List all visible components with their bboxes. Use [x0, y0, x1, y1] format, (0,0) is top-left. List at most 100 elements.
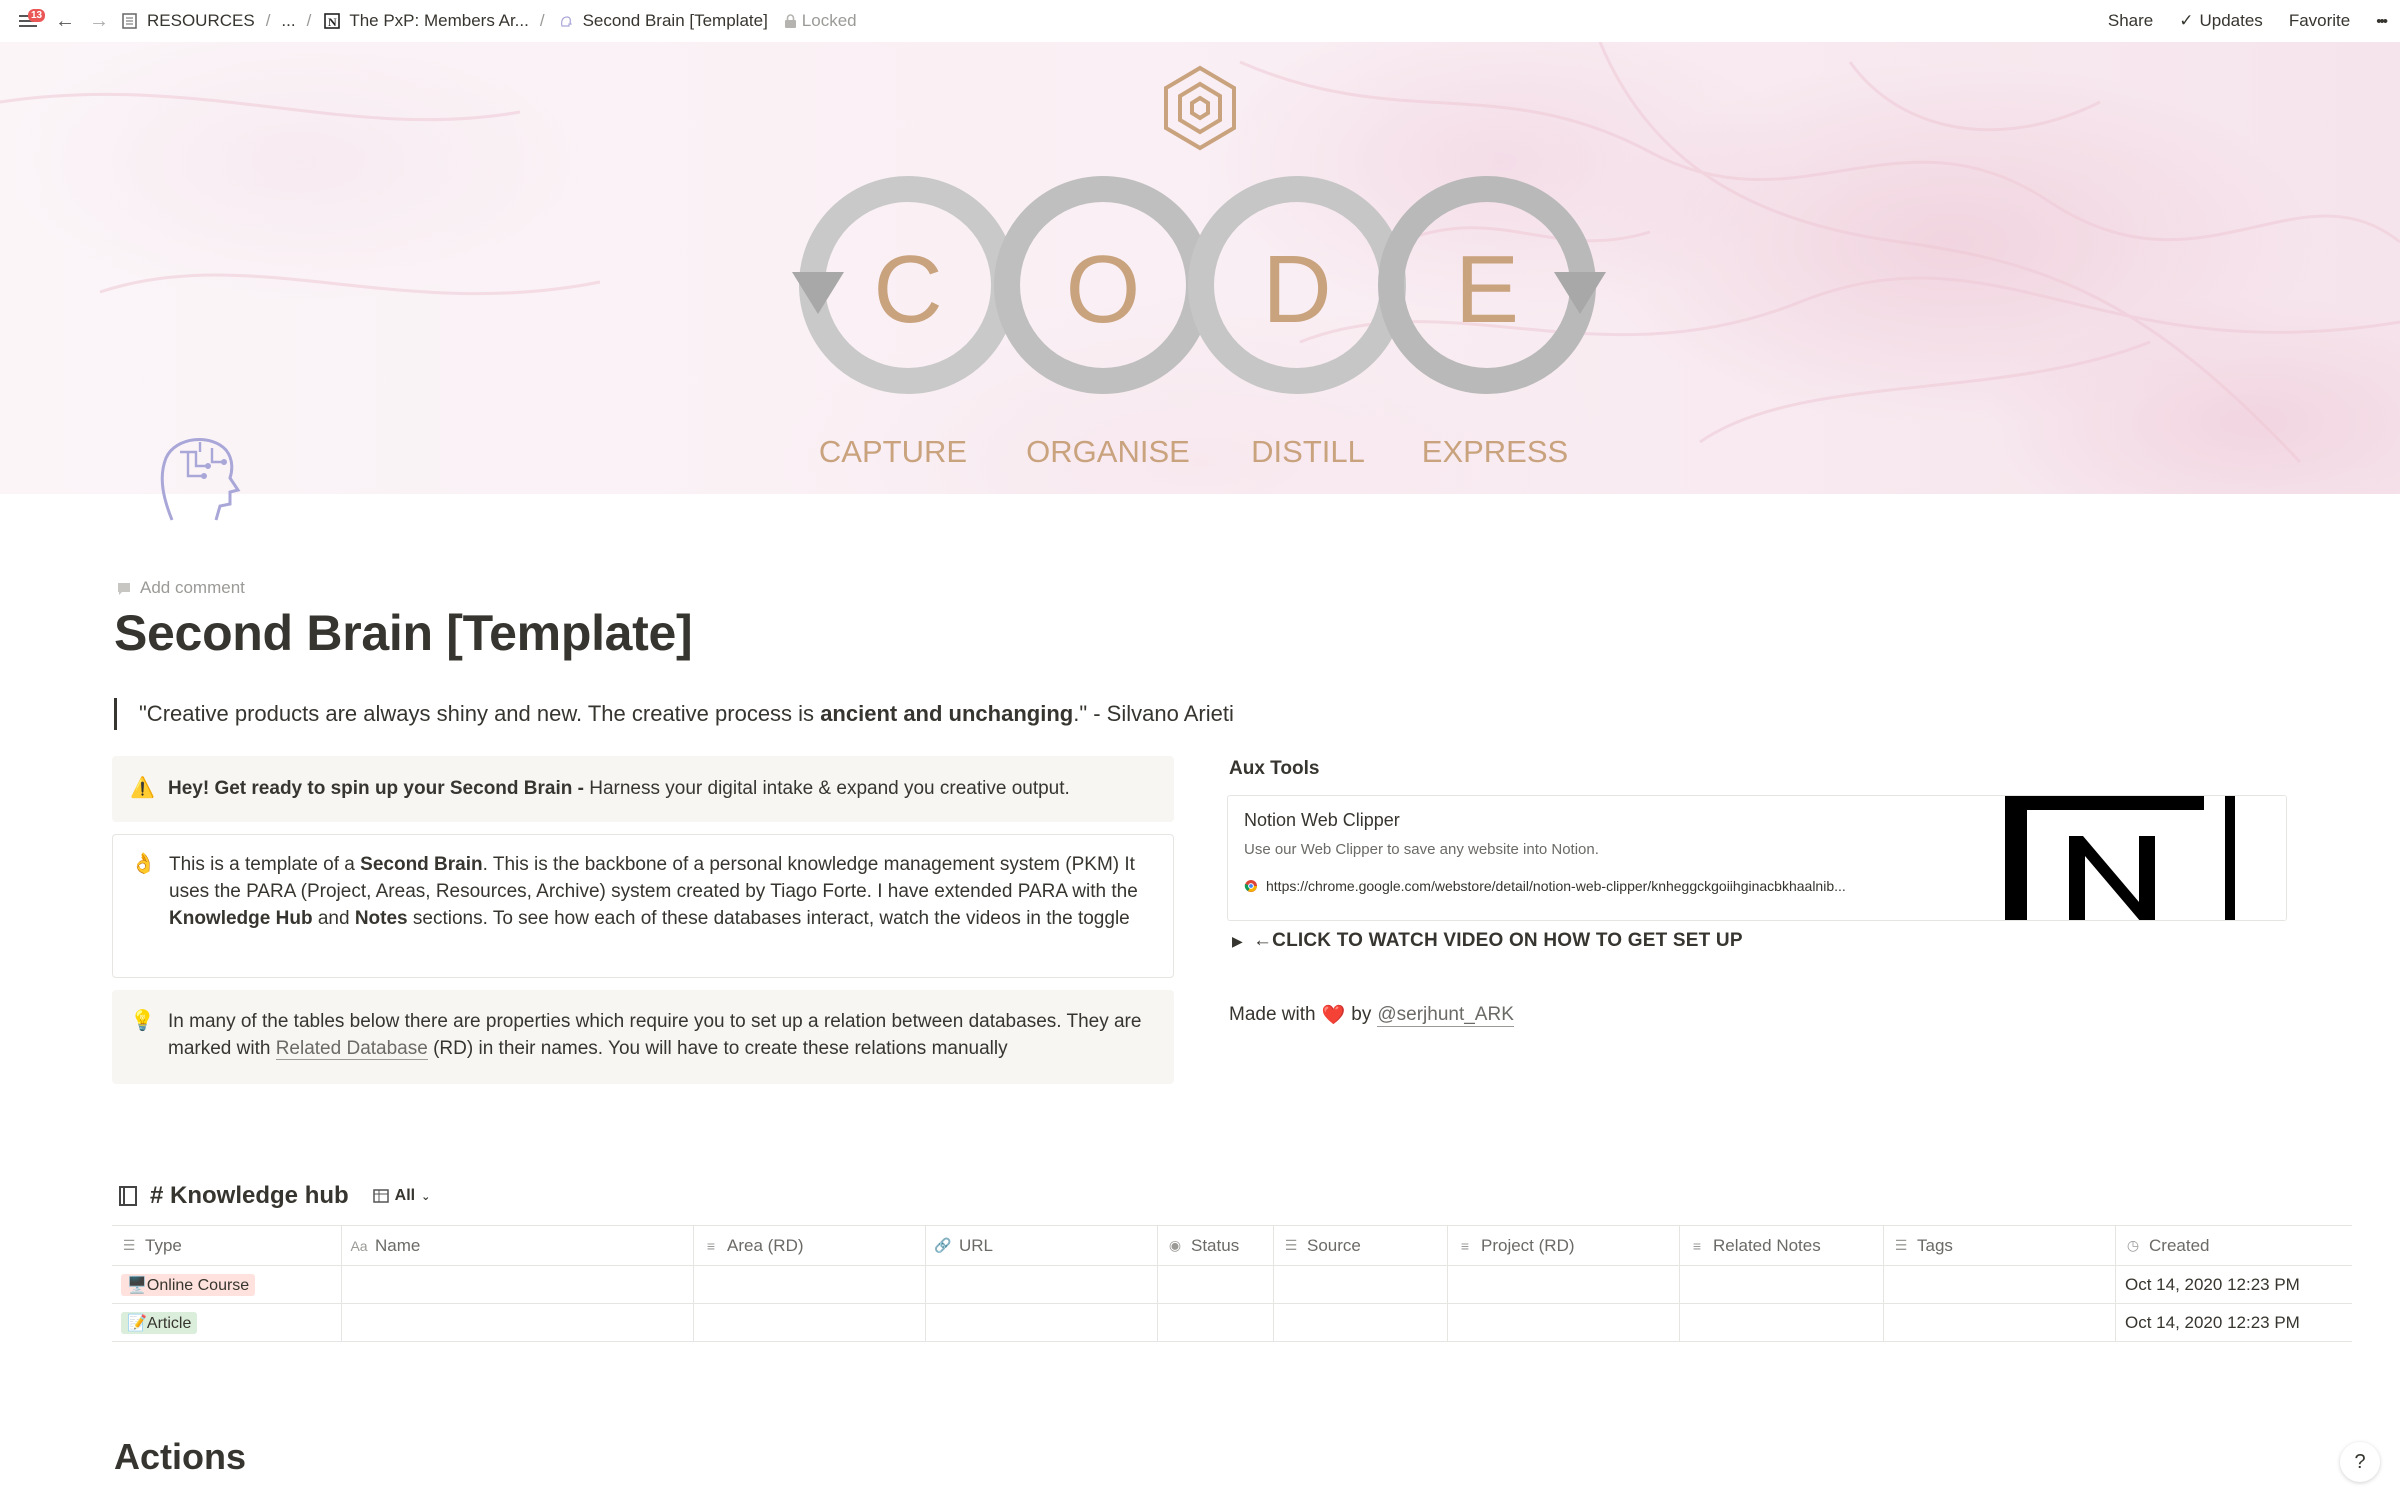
top-bar: 13 ← → RESOURCES / ... / N The PxP: Memb… [0, 0, 2400, 42]
callout-body: sections. To see how each of these datab… [407, 908, 1130, 929]
column-type-icon: ☰ [122, 1237, 136, 1253]
callout-template-info[interactable]: 👌 This is a template of a Second Brain. … [112, 834, 1174, 978]
table-cell[interactable] [1448, 1266, 1680, 1303]
table-cell[interactable] [1448, 1304, 1680, 1341]
actions-heading[interactable]: Actions [114, 1436, 246, 1478]
column-header-related-notes[interactable]: ≡ Related Notes [1680, 1226, 1884, 1265]
code-letter: C [873, 236, 942, 343]
column-header-label: Created [2149, 1235, 2210, 1255]
column-header-area-rd[interactable]: ≡ Area (RD) [694, 1226, 926, 1265]
column-header-source[interactable]: ☰ Source [1274, 1226, 1448, 1265]
column-header-type[interactable]: ☰ Type [112, 1226, 342, 1265]
table-cell[interactable] [1680, 1304, 1884, 1341]
table-cell[interactable]: Oct 14, 2020 12:23 PM [2116, 1304, 2352, 1341]
table-cell[interactable] [342, 1266, 694, 1303]
page-title[interactable]: Second Brain [Template] [114, 604, 693, 662]
callout-body: and [312, 908, 355, 929]
callout-body: Harness your digital intake & expand you… [589, 778, 1070, 799]
column-header-url[interactable]: 🔗 URL [926, 1226, 1158, 1265]
made-with-credit: Made with ❤️ by @serjhunt_ARK [1229, 1003, 1514, 1027]
table-cell[interactable] [1274, 1266, 1448, 1303]
table-cell[interactable] [694, 1266, 926, 1303]
page-icon[interactable] [150, 428, 246, 528]
column-header-label: Source [1307, 1235, 1361, 1255]
share-button[interactable]: Share [2108, 11, 2153, 31]
more-options-button[interactable]: ••• [2376, 13, 2388, 30]
table-header-row: ☰ Type Aa Name ≡ Area (RD) 🔗 URL ◉ Status ☰ Source ≡… [112, 1226, 2352, 1266]
column-type-icon: ≡ [1460, 1237, 1470, 1254]
table-cell[interactable] [1158, 1304, 1274, 1341]
table-cell[interactable] [1158, 1266, 1274, 1303]
quote-text-start: "Creative products are always shiny and … [139, 701, 821, 726]
web-clipper-bookmark[interactable]: Notion Web Clipper Use our Web Clipper t… [1227, 795, 2287, 921]
topbar-left: 13 ← → RESOURCES / ... / N The PxP: Memb… [14, 6, 2108, 36]
knowledge-hub-heading[interactable]: # Knowledge hub All ⌄ [116, 1182, 430, 1210]
sidebar-menu-button[interactable]: 13 [14, 6, 46, 36]
column-header-tags[interactable]: ☰ Tags [1884, 1226, 2116, 1265]
code-letter: E [1455, 236, 1519, 343]
quote-block[interactable]: "Creative products are always shiny and … [114, 698, 1234, 730]
column-type-icon: 🔗 [934, 1237, 952, 1253]
table-cell[interactable] [926, 1266, 1158, 1303]
table-cell[interactable] [1680, 1266, 1884, 1303]
column-type-icon: ◷ [2126, 1237, 2140, 1253]
chevron-down-icon: ⌄ [421, 1190, 431, 1203]
bookmark-url-text: https://chrome.google.com/webstore/detai… [1266, 878, 1846, 894]
column-header-name[interactable]: Aa Name [342, 1226, 694, 1265]
created-date: Oct 14, 2020 12:23 PM [2125, 1274, 2300, 1294]
callout-warning[interactable]: ⚠️ Hey! Get ready to spin up your Second… [112, 756, 1174, 822]
table-cell[interactable] [1884, 1304, 2116, 1341]
table-cell[interactable]: Oct 14, 2020 12:23 PM [2116, 1266, 2352, 1303]
breadcrumb-label: The PxP: Members Ar... [349, 11, 529, 30]
back-button[interactable]: ← [52, 6, 78, 36]
aux-tools-heading: Aux Tools [1229, 758, 1320, 779]
favorite-button[interactable]: Favorite [2289, 11, 2350, 31]
locked-indicator[interactable]: Locked [784, 11, 857, 31]
breadcrumb-resources[interactable]: RESOURCES [120, 11, 255, 31]
database-view-selector[interactable]: All ⌄ [372, 1187, 431, 1205]
warning-icon: ⚠️ [130, 777, 155, 799]
breadcrumb-members-area[interactable]: N The PxP: Members Ar... [322, 11, 529, 31]
table-row[interactable]: 📝Article Oct 14, 2020 12:23 PM [112, 1304, 2352, 1342]
author-link[interactable]: @serjhunt_ARK [1377, 1004, 1514, 1027]
notion-logo-icon: N [322, 11, 342, 31]
brain-head-icon [160, 438, 241, 521]
made-with-label: Made with [1229, 1004, 1316, 1025]
column-header-label: Name [375, 1235, 421, 1255]
bookmark-thumbnail [1999, 796, 2286, 920]
column-header-label: Type [145, 1235, 182, 1255]
arrow-left-icon: ← [55, 9, 75, 32]
page-cover: C O D E CAPTURE ORGANISE DISTILL EXPRESS [0, 42, 2400, 494]
related-database-link[interactable]: Related Database [275, 1038, 428, 1060]
callout-relation-tip[interactable]: 💡 In many of the tables below there are … [112, 990, 1174, 1084]
lock-icon [784, 13, 796, 28]
table-cell[interactable]: 🖥️Online Course [112, 1266, 342, 1303]
help-button[interactable]: ? [2340, 1442, 2380, 1482]
callout-text: Hey! Get ready to spin up your Second Br… [168, 775, 1070, 802]
column-header-label: Tags [1917, 1235, 1953, 1255]
column-header-created[interactable]: ◷ Created [2116, 1226, 2352, 1265]
updates-button[interactable]: ✓ Updates [2179, 11, 2263, 31]
add-comment-button[interactable]: Add comment [116, 578, 245, 598]
locked-label: Locked [801, 11, 857, 30]
column-header-project-rd[interactable]: ≡ Project (RD) [1448, 1226, 1680, 1265]
table-cell[interactable] [694, 1304, 926, 1341]
setup-video-toggle[interactable]: ▶ ←CLICK TO WATCH VIDEO ON HOW TO GET SE… [1232, 930, 1743, 952]
table-cell[interactable]: 📝Article [112, 1304, 342, 1341]
table-cell[interactable] [1884, 1266, 2116, 1303]
callout-text: This is a template of a Second Brain. Th… [169, 851, 1155, 957]
table-cell[interactable] [926, 1304, 1158, 1341]
callout-body: (RD) in their names. You will have to cr… [427, 1038, 1008, 1059]
column-type-icon: ☰ [1284, 1237, 1298, 1253]
column-header-status[interactable]: ◉ Status [1158, 1226, 1274, 1265]
table-row[interactable]: 🖥️Online Course Oct 14, 2020 12:23 PM [112, 1266, 2352, 1304]
table-cell[interactable] [1274, 1304, 1448, 1341]
forward-button[interactable]: → [86, 6, 112, 36]
ok-hand-icon: 👌 [131, 853, 156, 875]
breadcrumb-ellipsis[interactable]: ... [281, 11, 295, 31]
column-header-label: Area (RD) [727, 1235, 804, 1255]
breadcrumb-current-page[interactable]: Second Brain [Template] [556, 11, 768, 31]
table-cell[interactable] [342, 1304, 694, 1341]
table-body: 🖥️Online Course Oct 14, 2020 12:23 PM 📝Art… [112, 1266, 2352, 1342]
check-icon: ✓ [2179, 11, 2194, 30]
